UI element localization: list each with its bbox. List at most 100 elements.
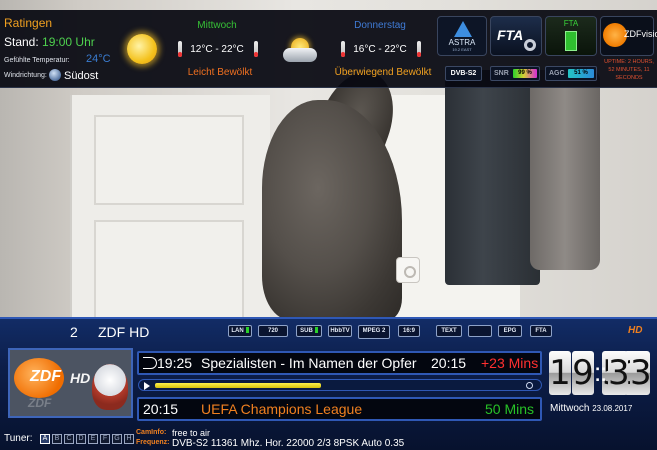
partly-cloudy-icon — [283, 38, 319, 64]
forecast-tomorrow-condition: Überwiegend Bewölkt — [334, 67, 432, 78]
battery-icon — [565, 31, 577, 51]
now-playing-icon — [143, 357, 157, 369]
next-duration: 50 Mins — [485, 401, 535, 417]
clock-digit: 1 — [549, 351, 571, 395]
sun-icon — [127, 34, 157, 64]
channel-name: ZDF HD — [98, 324, 150, 340]
channel-infobar: 2 ZDF HD LAN 720 SUB HbbTV MPEG 2 16:9 T… — [0, 317, 657, 450]
tuner-slot-g: G — [112, 434, 122, 444]
agc-meter: AGC 51 % — [545, 66, 597, 81]
picon-hd-text: HD — [70, 370, 91, 386]
tuner-slot-c: C — [64, 434, 74, 444]
end-marker-icon — [526, 382, 533, 389]
delivery-badge: DVB-S2 — [445, 66, 482, 81]
wind-label: Windrichtung: — [4, 72, 47, 79]
clock-date-value: 23.08.2017 — [592, 404, 633, 413]
key-icon — [524, 39, 536, 51]
tuner-slot-h: H — [124, 434, 134, 444]
fta-indicator: FTA — [545, 16, 597, 56]
satellite-logo-subtext: 19.2 EAST — [452, 47, 472, 52]
play-icon — [144, 382, 150, 390]
agc-label: AGC — [549, 70, 565, 77]
channel-number: 2 — [70, 324, 78, 340]
aspect-flag: 16:9 — [398, 325, 420, 337]
forecast-today-temp: 12°C - 22°C — [190, 44, 244, 55]
epg-flag: EPG — [498, 325, 522, 337]
snr-label: SNR — [494, 70, 509, 77]
tuner-slot-a: A — [40, 434, 50, 444]
video-door-panel — [94, 220, 244, 320]
satellite-logo-text: ASTRA — [448, 38, 476, 47]
hd-tag: HD — [628, 325, 643, 336]
wind-compass-icon — [49, 69, 61, 81]
now-remaining: +23 Mins — [481, 355, 539, 371]
forecast-today-day: Mittwoch — [197, 20, 237, 31]
picon-logo-text: ZDF — [30, 368, 62, 385]
fta-flag: FTA — [530, 325, 552, 337]
video-towel-light — [530, 70, 600, 270]
weather-stand-label: Stand: — [4, 35, 39, 49]
lan-flag: LAN — [228, 325, 252, 337]
felt-temp-value: 24°C — [86, 53, 111, 65]
felt-temp-label: Gefühlte Temperatur: — [4, 57, 70, 64]
clock-digit: 9 — [572, 351, 594, 395]
resolution-flag: 720 — [258, 325, 288, 337]
uptime-text: UPTIME: 2 HOURS, 52 MINUTES, 11 SECONDS — [604, 59, 654, 81]
teletext-flag: TEXT — [436, 325, 462, 337]
provider-logo-text: ZDFvision — [624, 29, 657, 39]
tuner-slot-e: E — [88, 434, 98, 444]
weather-stand-time: 19:00 Uhr — [42, 35, 95, 49]
program-progress-fill — [155, 383, 321, 388]
clock-digit: 3 — [630, 351, 652, 395]
caminfo-value: free to air — [172, 428, 211, 438]
frequency-value: DVB-S2 11361 Mhz. Hor. 22000 2/3 8PSK Au… — [172, 438, 405, 449]
thermometer-high-icon — [254, 41, 258, 57]
video-door-panel — [94, 115, 244, 205]
weather-city: Ratingen — [4, 16, 53, 30]
caminfo-label: CamInfo: — [136, 429, 167, 436]
program-progress — [138, 379, 542, 391]
wind-value: Südost — [64, 70, 99, 82]
snr-meter: SNR 99 % — [490, 66, 540, 81]
flip-clock-seconds: : 3 3 — [600, 351, 655, 396]
tuner-slot-f: F — [100, 434, 110, 444]
tuner-slot-b: B — [52, 434, 62, 444]
forecast-tomorrow-temp: 16°C - 22°C — [353, 44, 407, 55]
epg-next: 20:15 UEFA Champions League 50 Mins — [137, 397, 542, 421]
forecast-tomorrow-day: Donnerstag — [354, 20, 406, 31]
agc-bar: 51 % — [568, 69, 594, 78]
video-towel-dark — [445, 70, 540, 285]
thermometer-high-icon — [417, 41, 421, 57]
clock-date: Mittwoch 23.08.2017 — [550, 403, 632, 414]
video-socket — [396, 257, 420, 283]
channel-picon: ZDF HD ZDF — [8, 348, 133, 418]
provider-logo: ZDFvision — [600, 16, 657, 56]
astra-icon — [454, 21, 472, 37]
clock-colon: : — [600, 357, 608, 387]
satellite-logo: ASTRA 19.2 EAST — [437, 16, 487, 56]
codec-flag: MPEG 2 — [358, 325, 390, 339]
tuner-label: Tuner: — [4, 433, 33, 444]
hbbtv-flag: HbbTV — [328, 325, 352, 337]
now-end: 20:15 — [431, 355, 467, 371]
tuner-slot-d: D — [76, 434, 86, 444]
snr-bar: 99 % — [513, 69, 537, 78]
fta-indicator-text: FTA — [563, 19, 579, 28]
clock-digit: 3 — [608, 351, 630, 395]
fta-logo-text: FTA — [497, 27, 524, 43]
weather-bar: Ratingen Stand: 19:00 Uhr Gefühlte Tempe… — [0, 10, 657, 88]
next-start: 20:15 — [143, 401, 179, 417]
fta-logo: FTA — [490, 16, 542, 56]
epg-now: 19:25 Spezialisten - Im Namen der Opfer … — [137, 351, 542, 375]
weather-stand: Stand: 19:00 Uhr — [4, 35, 95, 49]
frequency-label: Frequenz: — [136, 439, 170, 446]
subtitle-flag: SUB — [296, 325, 322, 337]
picon-reflection: ZDF — [28, 396, 52, 410]
now-start: 19:25 — [157, 355, 193, 371]
mascot-icon — [92, 364, 128, 410]
forecast-today-condition: Leicht Bewölkt — [187, 67, 253, 78]
crypt-flag — [468, 325, 492, 337]
next-title: UEFA Champions League — [201, 401, 363, 417]
clock-date-day: Mittwoch — [550, 403, 590, 414]
now-title: Spezialisten - Im Namen der Opfer — [201, 355, 417, 371]
